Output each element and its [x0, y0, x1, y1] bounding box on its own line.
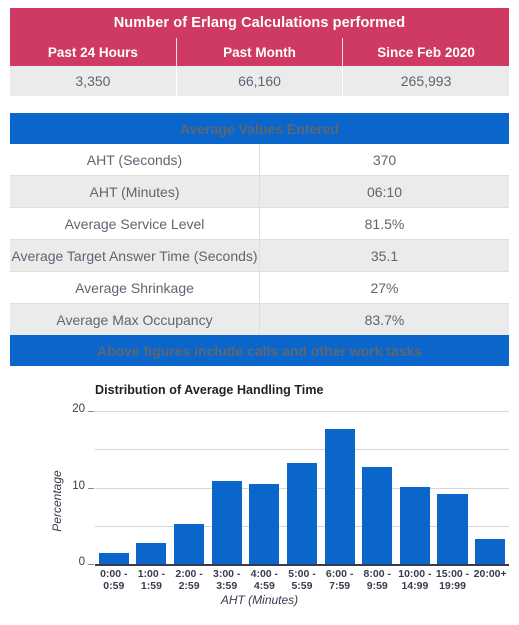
chart-x-tick-label: 6:00 -7:59	[321, 568, 359, 592]
chart-x-tick-label: 10:00 -14:99	[396, 568, 434, 592]
chart-x-tick-label: 2:00 -2:59	[170, 568, 208, 592]
chart-bar	[286, 463, 318, 564]
table-row: AHT (Minutes) 06:10	[10, 175, 509, 208]
erlang-header-row: Past 24 Hours Past Month Since Feb 2020	[10, 38, 509, 66]
erlang-value-row: 3,350 66,160 265,993	[10, 66, 509, 96]
chart-bar	[211, 481, 242, 564]
chart-x-tick-label: 3:00 -3:59	[208, 568, 246, 592]
chart-bar	[437, 494, 468, 564]
average-title-row: Average Values Entered	[10, 113, 509, 144]
chart-bar	[399, 486, 430, 564]
row-label-aht-minutes: AHT (Minutes)	[10, 175, 260, 208]
chart-y-tick-label: 0	[78, 556, 85, 568]
table-spacer	[10, 96, 509, 113]
chart-x-tick-line: 3:59	[216, 580, 238, 592]
chart-x-axis-label: AHT (Minutes)	[220, 593, 299, 607]
row-value-average-service-level: 81.5%	[259, 207, 509, 240]
row-value-aht-seconds: 370	[259, 144, 509, 176]
chart-bar	[249, 483, 280, 564]
erlang-table-title: Number of Erlang Calculations performed	[10, 8, 509, 38]
erlang-value-since-feb-2020: 265,993	[342, 66, 509, 96]
chart-x-tick-line: 3:00 -	[213, 568, 241, 580]
chart-x-tick-label: 4:00 -4:59	[246, 568, 284, 592]
chart-x-tick-label: 1:00 -1:59	[133, 568, 171, 592]
chart-x-tick-line: 2:00 -	[175, 568, 203, 580]
table-row: Average Target Answer Time (Seconds) 35.…	[10, 239, 509, 272]
table-row: Average Shrinkage 27%	[10, 271, 509, 304]
row-label-average-shrinkage: Average Shrinkage	[10, 271, 260, 304]
chart-bar	[362, 466, 393, 564]
chart-y-tick-mark	[88, 411, 94, 412]
chart-x-tick-line: 5:00 -	[288, 568, 316, 580]
erlang-column-header-since-feb-2020: Since Feb 2020	[342, 38, 509, 66]
table-row: Average Service Level 81.5%	[10, 207, 509, 240]
chart-plot-area	[88, 411, 509, 566]
erlang-title-row: Number of Erlang Calculations performed	[10, 8, 509, 38]
chart-bar	[324, 429, 355, 564]
row-label-average-max-occupancy: Average Max Occupancy	[10, 303, 260, 335]
chart-bar	[475, 538, 506, 564]
erlang-stats-page: Number of Erlang Calculations performed …	[0, 0, 519, 625]
chart-x-tick-line: 4:00 -	[250, 568, 279, 580]
aht-distribution-chart: Distribution of Average Handling Time Pe…	[10, 376, 509, 607]
row-value-aht-minutes: 06:10	[259, 175, 509, 208]
chart-y-tick-mark	[88, 487, 94, 489]
chart-x-tick-line: 7:59	[329, 580, 351, 592]
chart-x-tick-label: 5:00 -5:59	[283, 568, 321, 592]
chart-x-tick-line: 2:59	[178, 580, 200, 592]
chart-x-tick-label: 8:00 -9:59	[358, 568, 396, 592]
table-row: Average Max Occupancy 83.7%	[10, 303, 509, 335]
chart-x-tick-line: 20:00+	[473, 568, 507, 580]
chart-bars-layer	[95, 411, 509, 564]
chart-x-tick-line: 0:00 -	[100, 568, 128, 580]
chart-x-tick-line: 15:00 -	[435, 568, 470, 580]
average-table-title: Average Values Entered	[10, 113, 509, 144]
row-label-average-service-level: Average Service Level	[10, 207, 260, 240]
chart-x-tick-label: 20:00+	[471, 568, 509, 580]
chart-x-tick-line: 1:59	[140, 580, 162, 592]
chart-y-tick-label: 10	[72, 479, 85, 492]
chart-title: Distribution of Average Handling Time	[95, 383, 324, 397]
chart-x-tick-line: 9:59	[366, 580, 388, 592]
chart-y-tick-mark	[88, 564, 94, 565]
row-label-aht-seconds: AHT (Seconds)	[10, 144, 260, 176]
row-value-average-max-occupancy: 83.7%	[259, 303, 509, 335]
erlang-calculations-table: Number of Erlang Calculations performed …	[10, 8, 509, 96]
chart-bar	[136, 542, 167, 564]
erlang-value-past-24-hours: 3,350	[10, 66, 177, 96]
chart-x-tick-line: 6:00 -	[325, 568, 354, 580]
chart-y-tick-label: 20	[72, 403, 85, 415]
chart-x-tick-label: 15:00 -19:99	[434, 568, 472, 592]
chart-bar	[98, 552, 129, 564]
chart-x-tick-label: 0:00 -0:59	[95, 568, 133, 592]
chart-x-tick-line: 19:99	[439, 580, 466, 592]
average-footer-row: Above figures include calls and other wo…	[10, 335, 509, 366]
row-value-average-shrinkage: 27%	[259, 271, 509, 304]
chart-x-tick-line: 4:59	[253, 580, 275, 592]
average-table-footer-note: Above figures include calls and other wo…	[10, 335, 509, 366]
average-values-table: Average Values Entered AHT (Seconds) 370…	[10, 113, 509, 366]
chart-x-tick-line: 10:00 -	[398, 568, 432, 580]
erlang-column-header-past-month: Past Month	[175, 38, 343, 66]
table-row: AHT (Seconds) 370	[10, 144, 509, 176]
chart-y-axis-label: Percentage	[50, 470, 64, 532]
erlang-column-header-past-24-hours: Past 24 Hours	[10, 38, 177, 66]
chart-x-tick-line: 5:59	[291, 580, 313, 592]
chart-x-tick-line: 8:00 -	[363, 568, 391, 580]
chart-x-tick-line: 0:59	[103, 580, 125, 592]
row-label-average-target-answer-time: Average Target Answer Time (Seconds)	[10, 239, 260, 272]
chart-bar	[174, 524, 205, 564]
chart-x-tick-line: 14:99	[401, 580, 429, 592]
chart-x-axis-line	[95, 564, 509, 566]
chart-x-tick-line: 1:00 -	[137, 568, 166, 580]
row-value-average-target-answer-time: 35.1	[259, 239, 509, 272]
erlang-value-past-month: 66,160	[175, 66, 343, 96]
